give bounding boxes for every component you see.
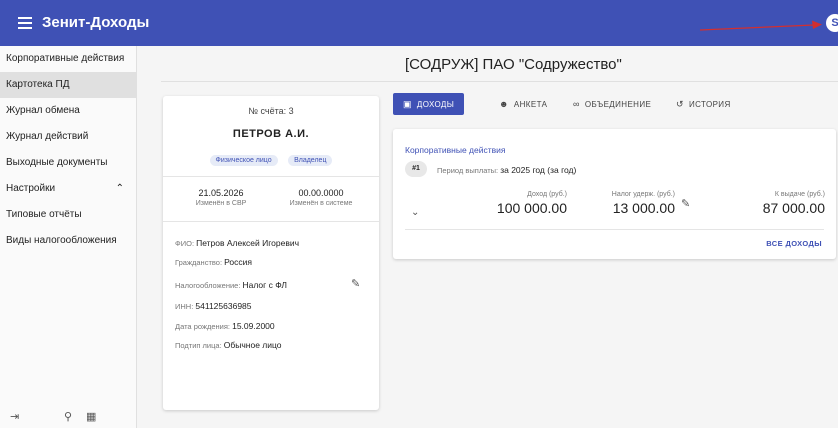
logout-icon[interactable]: ⇥ <box>10 410 19 423</box>
date-system-label: Изменён в системе <box>289 200 353 207</box>
income-amount: Доход (руб.) 100 000.00 <box>489 191 567 216</box>
field-label: Гражданство <box>175 258 224 267</box>
sidebar: Корпоративные действия Картотека ПД Журн… <box>0 46 137 428</box>
chevron-up-icon: ⌃ <box>115 183 124 194</box>
chip-role: Владелец <box>288 155 333 166</box>
field-label: Налогообложение <box>175 281 243 290</box>
field-citizenship: ГражданствоРоссия <box>175 257 252 267</box>
divider <box>161 81 838 82</box>
period-label: Период выплаты <box>437 166 497 175</box>
tab-merge[interactable]: ∞ ОБЪЕДИНЕНИЕ <box>573 93 651 115</box>
tab-label: ДОХОДЫ <box>416 100 455 109</box>
field-value: Россия <box>224 257 252 267</box>
field-subtype: Подтип лицаОбычное лицо <box>175 340 282 350</box>
menu-icon[interactable] <box>18 14 32 32</box>
tab-profile[interactable]: ☻ АНКЕТА <box>499 93 547 115</box>
field-value: Обычное лицо <box>223 340 282 350</box>
account-number: № счёта: 3 <box>248 106 294 116</box>
tab-label: ОБЪЕДИНЕНИЕ <box>584 100 652 109</box>
payout-amount: К выдаче (руб.) 87 000.00 <box>738 191 825 216</box>
income-value: 100 000.00 <box>496 200 567 216</box>
income-label: Доход (руб.) <box>527 191 567 198</box>
field-value: Петров Алексей Игоревич <box>196 238 300 248</box>
field-label: ФИО <box>175 239 196 248</box>
field-taxation: НалогообложениеНалог с ФЛ <box>175 280 287 290</box>
tab-history[interactable]: ↺ ИСТОРИЯ <box>676 93 731 115</box>
tree-icon[interactable]: ▦ <box>86 410 96 423</box>
sidebar-item-settings[interactable]: Настройки ⌃ <box>0 176 136 202</box>
tax-amount: Налог удерж. (руб.) 13 000.00 <box>589 191 675 216</box>
page-title: [СОДРУЖ] ПАО "Содружество" <box>405 56 622 73</box>
field-birthdate: Дата рождения15.09.2000 <box>175 321 275 331</box>
payment-period: Период выплаты: за 2025 год (за год) <box>437 165 577 175</box>
divider <box>163 221 379 222</box>
all-income-button[interactable]: ВСЕ ДОХОДЫ <box>766 239 822 248</box>
link-icon: ∞ <box>573 99 580 109</box>
tab-label: АНКЕТА <box>513 100 548 109</box>
sidebar-item-exchange-log[interactable]: Журнал обмена <box>0 98 136 124</box>
key-icon[interactable]: ⚲ <box>64 410 72 423</box>
payout-value: 87 000.00 <box>762 200 825 216</box>
sidebar-item-action-log[interactable]: Журнал действий <box>0 124 136 150</box>
period-value: за 2025 год (за год) <box>500 165 577 175</box>
payout-label: К выдаче (руб.) <box>774 191 825 198</box>
sidebar-footer: ⇥ ⚲ ▦ <box>8 410 133 424</box>
field-inn: ИНН541125636985 <box>175 301 252 311</box>
field-value: Налог с ФЛ <box>242 280 287 290</box>
app-header: Зенит-Доходы S <box>0 0 838 46</box>
user-avatar[interactable]: S <box>826 14 838 32</box>
main-content: [СОДРУЖ] ПАО "Содружество" № счёта: 3 ПЕ… <box>137 46 838 428</box>
edit-pencil-icon[interactable]: ✎ <box>681 197 690 210</box>
sidebar-item-tax-types[interactable]: Виды налогообложения <box>0 228 136 254</box>
tax-value: 13 000.00 <box>612 200 675 216</box>
edit-pencil-icon[interactable]: ✎ <box>351 277 360 290</box>
section-title: Корпоративные действия <box>405 145 506 155</box>
divider <box>405 229 824 230</box>
sidebar-item-output-docs[interactable]: Выходные документы <box>0 150 136 176</box>
annotation-arrow-icon <box>700 20 822 31</box>
date-sbr-label: Изменён в СВР <box>195 200 247 207</box>
history-icon: ↺ <box>676 99 684 109</box>
person-chips: Физическое лицо Владелец <box>163 149 379 167</box>
chip-person-type: Физическое лицо <box>209 155 278 166</box>
sidebar-item-corporate-actions[interactable]: Корпоративные действия <box>0 46 136 72</box>
sidebar-item-reports[interactable]: Типовые отчёты <box>0 202 136 228</box>
person-name: ПЕТРОВ А.И. <box>232 128 310 140</box>
tax-label: Налог удерж. (руб.) <box>611 191 675 198</box>
app-title: Зенит-Доходы <box>42 14 150 31</box>
index-badge: #1 <box>405 161 427 177</box>
field-label: Дата рождения <box>175 322 232 331</box>
income-icon: ▣ <box>403 99 412 109</box>
tab-income[interactable]: ▣ ДОХОДЫ <box>393 93 465 115</box>
person-icon: ☻ <box>499 99 509 109</box>
field-fio: ФИОПетров Алексей Игоревич <box>175 238 299 248</box>
tab-label: ИСТОРИЯ <box>688 100 731 109</box>
date-sbr: 21.05.2026 <box>198 188 244 198</box>
field-label: Подтип лица <box>175 341 224 350</box>
sidebar-item-pd-registry[interactable]: Картотека ПД <box>0 72 136 98</box>
chevron-down-icon[interactable]: ⌄ <box>411 207 419 218</box>
field-label: ИНН <box>175 302 195 311</box>
field-value: 15.09.2000 <box>232 321 275 331</box>
field-value: 541125636985 <box>195 301 252 311</box>
sidebar-item-label: Настройки <box>6 183 56 194</box>
person-card: № счёта: 3 ПЕТРОВ А.И. Физическое лицо В… <box>163 96 379 410</box>
income-card: Корпоративные действия #1 Период выплаты… <box>393 129 836 259</box>
divider <box>163 176 379 177</box>
date-system: 00.00.0000 <box>298 188 344 198</box>
